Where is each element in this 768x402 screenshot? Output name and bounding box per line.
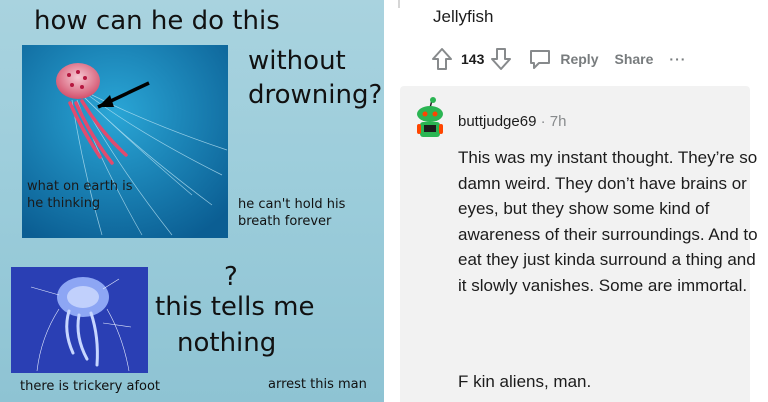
meme-caption-nothing: nothing	[177, 328, 277, 358]
parent-comment-text: Jellyfish	[433, 7, 494, 26]
thread-line	[398, 0, 400, 8]
comment-timestamp: · 7h	[536, 113, 567, 130]
meme-caption-breath: he can't hold his breath forever	[238, 197, 346, 229]
comment-actions: 143 Reply Share ···	[431, 44, 686, 74]
meme-caption-drowning: drowning?	[248, 80, 383, 110]
comment-author-line: buttjudge69 · 7h	[458, 113, 566, 130]
comment-sign-off: F⁠ ⁠kin aliens, man.	[458, 372, 592, 391]
meme-question-mark: ?	[224, 262, 238, 292]
meme-caption-thinking: what on earth is he thinking	[27, 179, 133, 211]
meme-title: how can he do this	[34, 6, 280, 36]
reply-label: Reply	[560, 51, 599, 67]
meme-caption-tells: this tells me	[155, 292, 315, 322]
reply-button[interactable]: Reply	[528, 47, 598, 71]
meme-caption-trickery: there is trickery afoot	[20, 379, 161, 394]
downvote-icon[interactable]	[490, 47, 512, 71]
share-button[interactable]: Share	[614, 51, 653, 67]
upvote-icon[interactable]	[431, 47, 453, 71]
more-options-button[interactable]: ···	[669, 51, 686, 67]
comment-body: This was my instant thought. They’re so …	[458, 145, 758, 298]
user-avatar[interactable]	[412, 96, 448, 140]
meme-caption-arrest: arrest this man	[268, 377, 367, 392]
comment-body-text: This was my instant thought. They’re so …	[458, 148, 758, 295]
comment-author[interactable]: buttjudge69	[458, 113, 536, 130]
meme-image: how can he do this without drowning? wha…	[0, 0, 384, 402]
vote-count: 143	[461, 51, 485, 67]
meme-caption-without: without	[248, 46, 346, 76]
jellyfish-diagram	[11, 267, 148, 373]
comment-bubble-icon	[528, 47, 552, 71]
